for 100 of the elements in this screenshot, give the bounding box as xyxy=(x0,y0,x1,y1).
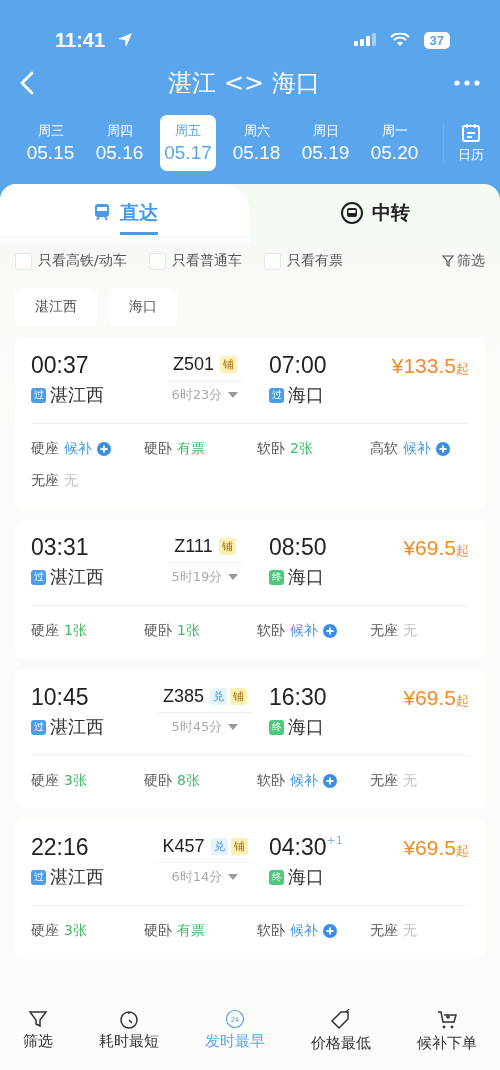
depart-time: 22:16 xyxy=(31,834,89,860)
price-suffix: 起 xyxy=(456,361,469,376)
train-card[interactable]: 10:45 过 湛江西 Z385 兑 铺 5时45分 16:30 终 海口 ¥69.5起 硬座 3张 硬卧 8张 软卧 候补 无座 无 xyxy=(15,670,485,808)
seat-status: 候补 xyxy=(64,440,92,458)
seat-type: 无座 xyxy=(370,922,398,940)
route-title: 湛江 <> 海口 xyxy=(167,68,321,99)
bottom-nav-item[interactable]: 价格最低 xyxy=(311,1009,371,1053)
filter-icon xyxy=(28,1009,48,1029)
bottom-nav-item[interactable]: 筛选 xyxy=(23,1009,53,1051)
station-badge: 终 xyxy=(269,719,284,735)
seat-status: 候补 xyxy=(290,622,318,640)
calendar-icon xyxy=(461,122,481,143)
seat-type: 软卧 xyxy=(257,622,285,640)
seat-type: 硬座 xyxy=(31,922,59,940)
seat-status: 候补 xyxy=(403,440,431,458)
station-badge: 过 xyxy=(269,387,284,403)
seat-type: 高软 xyxy=(370,440,398,458)
train-number: Z501 xyxy=(173,354,214,375)
seat-status: 3张 xyxy=(64,922,87,940)
station-badge: 终 xyxy=(269,869,284,885)
add-circle-icon[interactable] xyxy=(323,624,337,638)
train-tag: 铺 xyxy=(218,538,236,555)
station-name: 海口 xyxy=(288,565,324,589)
station-badge: 过 xyxy=(31,869,46,885)
price: ¥69.5 xyxy=(403,536,456,559)
seat-status: 3张 xyxy=(64,772,87,790)
seat-status: 无 xyxy=(403,772,417,790)
station-chip[interactable]: 湛江西 xyxy=(15,288,97,326)
depart-time: 10:45 xyxy=(31,684,89,710)
seat-status: 1张 xyxy=(64,622,87,640)
filter-checkbox[interactable]: 只看高铁/动车 xyxy=(15,252,127,270)
price: ¥133.5 xyxy=(391,354,456,377)
transfer-train-icon xyxy=(340,201,364,225)
location-arrow-icon xyxy=(117,32,134,48)
seat-type: 硬座 xyxy=(31,440,59,458)
station-badge: 过 xyxy=(31,569,46,585)
caret-icon xyxy=(228,874,239,880)
train-tag: 兑 xyxy=(210,688,227,705)
seat-status: 无 xyxy=(403,622,417,640)
status-time: 11:41 xyxy=(55,28,106,52)
arrive-time: 04:30 xyxy=(269,834,327,861)
seat-status: 无 xyxy=(403,922,417,940)
arrive-time: 07:00 xyxy=(269,352,327,379)
seat-type: 硬卧 xyxy=(144,922,172,940)
station-name: 湛江西 xyxy=(50,715,104,739)
depart-time: 03:31 xyxy=(31,534,89,560)
train-icon xyxy=(92,201,112,222)
seat-type: 软卧 xyxy=(257,922,285,940)
add-circle-icon[interactable] xyxy=(436,442,450,456)
seat-type: 硬卧 xyxy=(144,440,172,458)
filter-button[interactable]: 筛选 xyxy=(442,252,485,270)
station-badge: 终 xyxy=(269,569,284,585)
station-chip[interactable]: 海口 xyxy=(109,288,177,326)
price-tag-icon xyxy=(330,1009,352,1031)
train-card[interactable]: 03:31 过 湛江西 Z111 铺 5时19分 08:50 终 海口 ¥69.5起 硬座 1张 硬卧 1张 软卧 候补 无座 无 xyxy=(15,520,485,658)
train-card[interactable]: 00:37 过 湛江西 Z501 铺 6时23分 07:00 过 海口 ¥133.5起 硬座 候补 硬卧 有票 软卧 2张 高软 候补 无座 无 xyxy=(15,338,485,508)
train-tag: 兑 xyxy=(210,838,228,855)
train-tag: 铺 xyxy=(230,688,247,705)
add-circle-icon[interactable] xyxy=(323,924,337,938)
back-icon[interactable] xyxy=(20,71,34,95)
station-name: 海口 xyxy=(288,715,324,739)
seat-type: 硬座 xyxy=(31,622,59,640)
seat-type: 软卧 xyxy=(257,440,285,458)
train-tag: 铺 xyxy=(230,838,248,855)
station-name: 海口 xyxy=(288,383,324,407)
bottom-nav-item[interactable]: 耗时最短 xyxy=(99,1009,159,1051)
add-circle-icon[interactable] xyxy=(97,442,111,456)
stopwatch-icon xyxy=(119,1009,139,1029)
caret-icon xyxy=(228,724,239,730)
price: ¥69.5 xyxy=(403,686,456,709)
train-tag: 铺 xyxy=(220,356,237,373)
seat-type: 无座 xyxy=(370,622,398,640)
filter-checkbox[interactable]: 只看普通车 xyxy=(148,252,242,270)
filter-checkbox[interactable]: 只看有票 xyxy=(263,252,343,270)
seat-type: 软卧 xyxy=(257,772,285,790)
station-name: 海口 xyxy=(288,865,324,889)
seat-type: 无座 xyxy=(370,772,398,790)
next-day-mark: +1 xyxy=(326,834,343,847)
bottom-nav-item[interactable]: 候补下单 xyxy=(417,1009,477,1053)
price-suffix: 起 xyxy=(456,843,469,858)
station-name: 湛江西 xyxy=(50,565,104,589)
mode-tab[interactable]: 中转 xyxy=(250,184,500,242)
seat-status: 1张 xyxy=(177,622,200,640)
station-badge: 过 xyxy=(31,387,46,403)
seat-status: 2张 xyxy=(290,440,313,458)
cart-icon xyxy=(436,1009,458,1031)
seat-status: 无 xyxy=(64,472,78,490)
seat-type: 硬卧 xyxy=(144,622,172,640)
battery-level: 37 xyxy=(423,31,450,49)
seat-type: 硬卧 xyxy=(144,772,172,790)
price: ¥69.5 xyxy=(403,836,456,859)
wifi-icon xyxy=(389,33,410,47)
train-number: K457 xyxy=(162,836,205,857)
seat-status: 候补 xyxy=(290,922,318,940)
filter-icon xyxy=(442,255,454,267)
depart-time: 00:37 xyxy=(31,352,89,378)
train-number: Z111 xyxy=(174,536,213,557)
more-icon[interactable] xyxy=(454,80,480,86)
add-circle-icon[interactable] xyxy=(323,774,337,788)
price-suffix: 起 xyxy=(456,543,469,558)
